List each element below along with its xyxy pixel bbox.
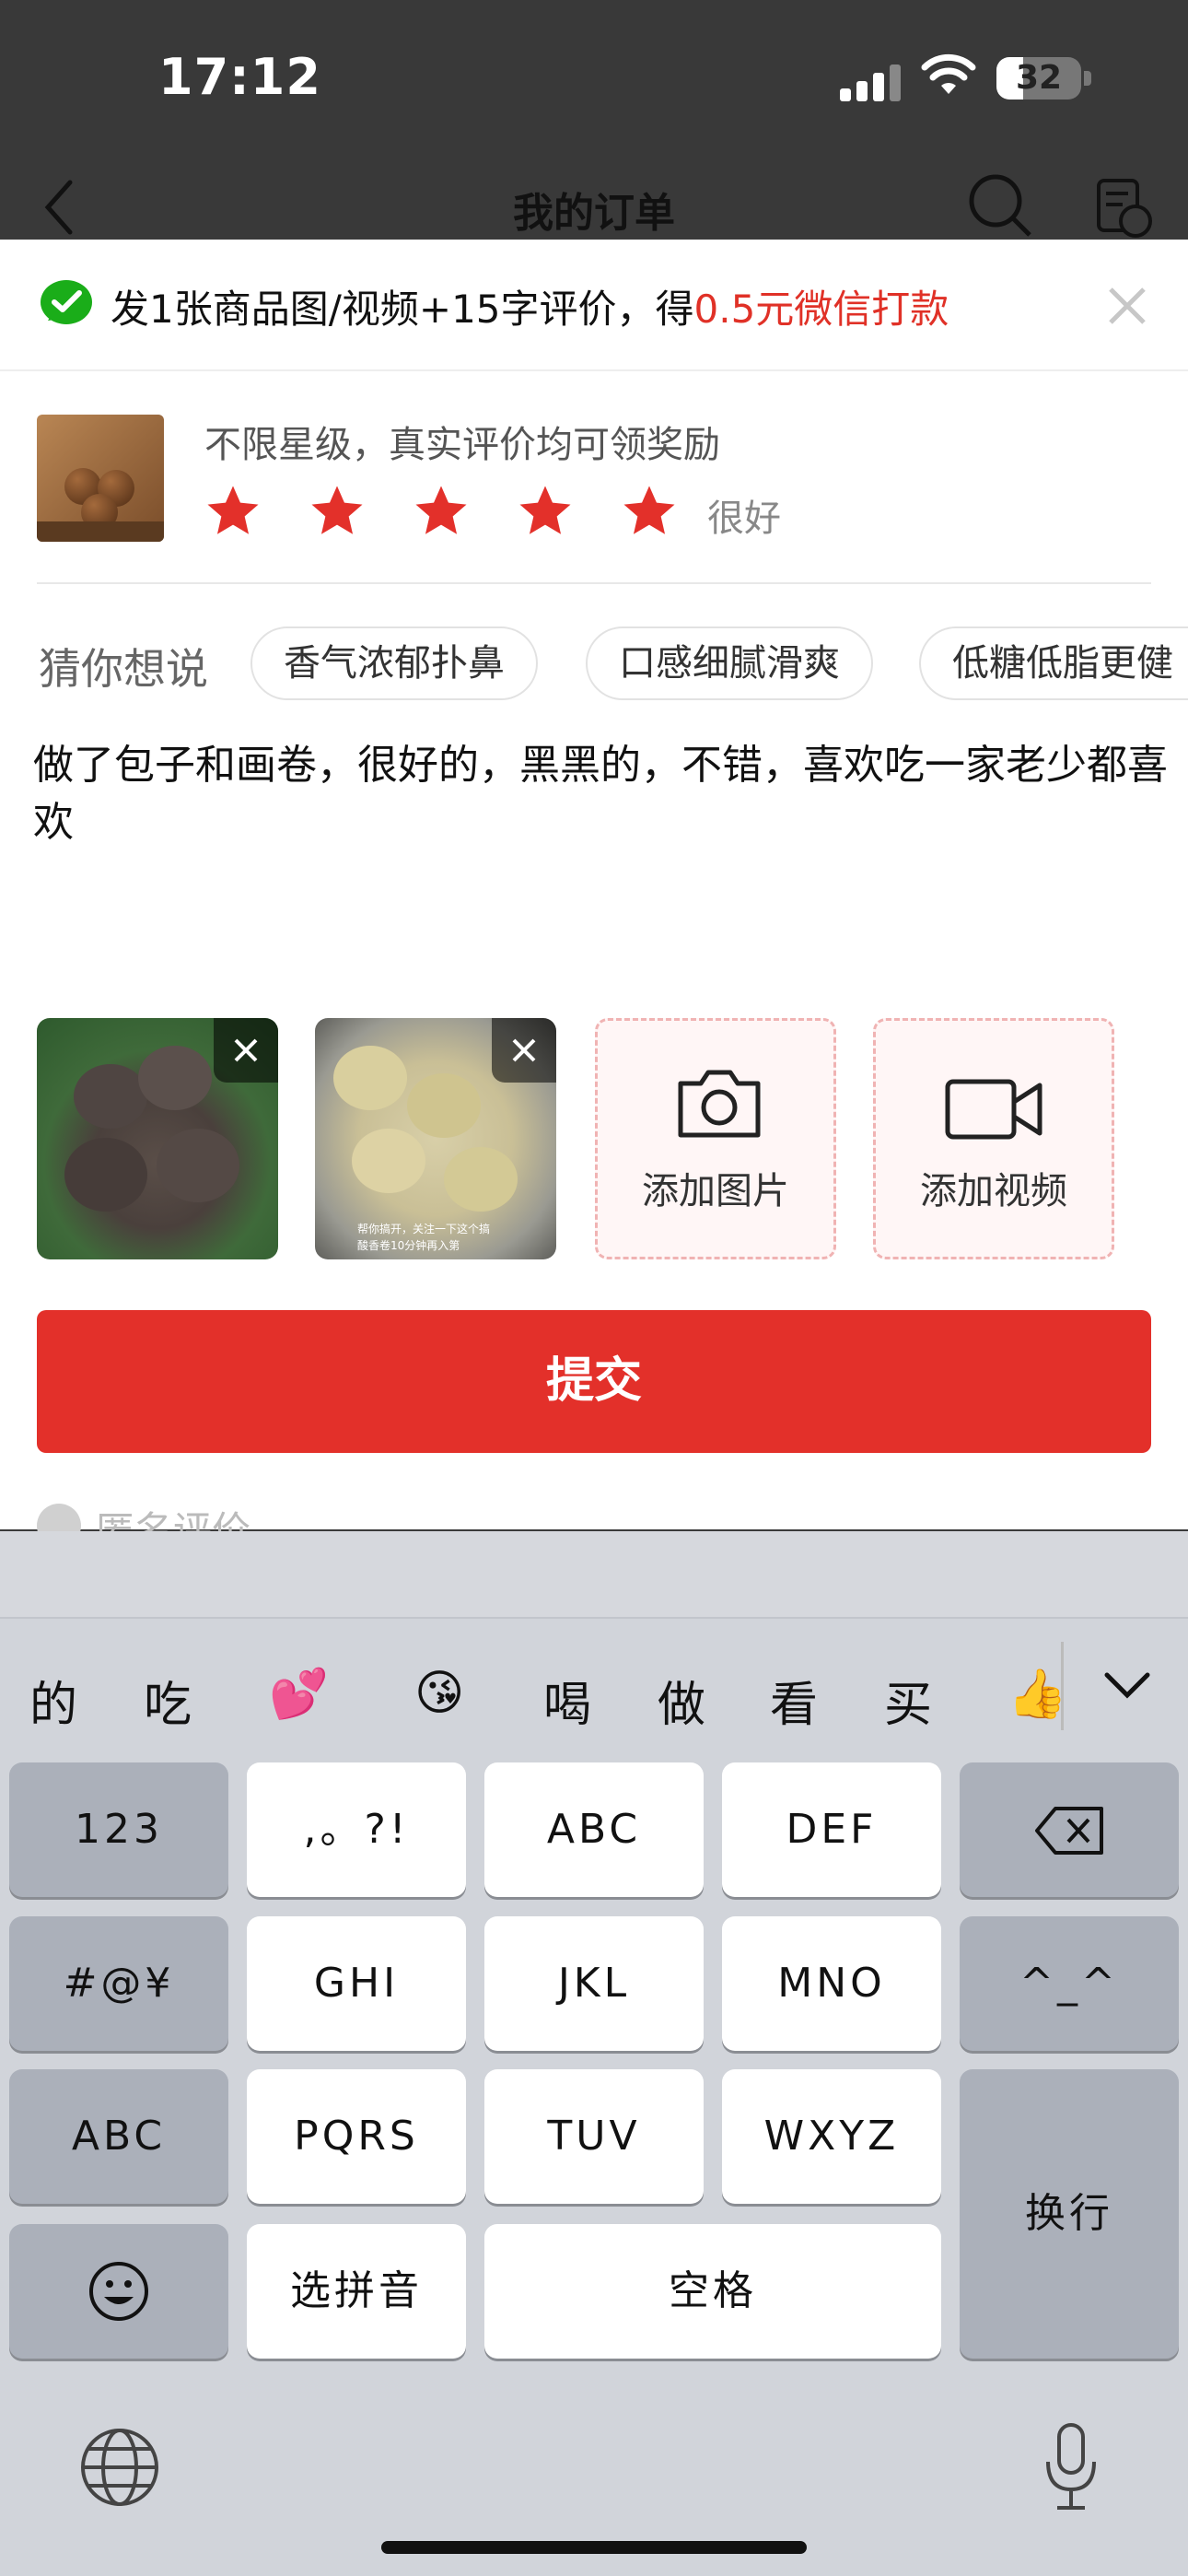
invoice-icon[interactable] — [1091, 175, 1156, 240]
rating-label: 很好 — [707, 498, 781, 540]
candidate-word[interactable]: 😘 — [414, 1666, 464, 1721]
uploaded-photo[interactable] — [37, 1018, 278, 1259]
candidate-word[interactable]: 👍 — [1007, 1666, 1063, 1722]
video-camera-icon — [945, 1079, 1042, 1140]
candidate-word[interactable]: 💕 — [269, 1666, 329, 1722]
suggestion-label: 猜你想说 — [39, 644, 208, 694]
camera-icon — [678, 1070, 761, 1138]
key-jkl[interactable]: JKL — [484, 1916, 704, 2051]
chevron-down-icon[interactable] — [1101, 1668, 1153, 1704]
suggestion-chip[interactable]: 口感细腻滑爽 — [586, 626, 873, 700]
banner-text: 发1张商品图/视频+15字评价，得0.5元微信打款 — [111, 287, 949, 332]
battery-tip — [1084, 71, 1091, 86]
reward-hint: 不限星级，真实评价均可领奖励 — [204, 424, 720, 466]
signal-icon — [840, 64, 904, 101]
keyboard-toolbar — [0, 1531, 1188, 1619]
add-video-label: 添加视频 — [920, 1170, 1067, 1212]
photo-caption: 帮你搞开，关注一下这个搞酸香卷10分钟再入第 — [357, 1223, 491, 1252]
candidate-word[interactable]: 的 — [29, 1666, 77, 1735]
wifi-icon — [921, 53, 976, 94]
candidate-word[interactable]: 看 — [770, 1666, 818, 1735]
key-mno[interactable]: MNO — [722, 1916, 941, 2051]
uploaded-photo[interactable]: 帮你搞开，关注一下这个搞酸香卷10分钟再入第 — [315, 1018, 556, 1259]
suggestion-chip[interactable]: 香气浓郁扑鼻 — [250, 626, 538, 700]
search-icon[interactable] — [965, 170, 1035, 240]
star-icon[interactable] — [619, 481, 680, 542]
key-kaomoji[interactable]: ^_^ — [960, 1916, 1179, 2051]
key-abc[interactable]: ABC — [484, 1762, 704, 1897]
key-wxyz[interactable]: WXYZ — [722, 2069, 941, 2204]
key-emoji[interactable] — [9, 2224, 228, 2359]
candidate-word[interactable]: 吃 — [144, 1666, 192, 1735]
key-ghi[interactable]: GHI — [247, 1916, 466, 2051]
key-tuv[interactable]: TUV — [484, 2069, 704, 2204]
key-punctuation[interactable]: ,。?! — [247, 1762, 466, 1897]
divider — [37, 582, 1151, 584]
delete-key[interactable] — [960, 1762, 1179, 1897]
key-space[interactable]: 空格 — [484, 2224, 941, 2359]
candidate-word[interactable]: 做 — [658, 1666, 705, 1735]
backspace-icon — [1035, 1807, 1103, 1855]
key-abc-switch[interactable]: ABC — [9, 2069, 228, 2204]
remove-photo-button[interactable] — [492, 1018, 556, 1083]
emoji-icon — [89, 2262, 148, 2321]
close-icon — [512, 1038, 536, 1062]
battery-icon: 32 — [996, 57, 1081, 100]
key-def[interactable]: DEF — [722, 1762, 941, 1897]
add-video-button[interactable]: 添加视频 — [873, 1018, 1114, 1259]
close-icon — [234, 1038, 258, 1062]
add-photo-button[interactable]: 添加图片 — [595, 1018, 836, 1259]
remove-photo-button[interactable] — [214, 1018, 278, 1083]
candidate-separator — [1061, 1642, 1064, 1730]
battery-level: 32 — [1015, 59, 1063, 97]
home-indicator — [381, 2541, 807, 2554]
key-pqrs[interactable]: PQRS — [247, 2069, 466, 2204]
product-thumbnail — [37, 415, 164, 542]
status-time: 17:12 — [158, 48, 321, 106]
star-icon[interactable] — [515, 481, 576, 542]
star-icon[interactable] — [411, 481, 472, 542]
star-icon[interactable] — [203, 481, 263, 542]
globe-icon[interactable] — [77, 2425, 162, 2510]
submit-button[interactable]: 提交 — [37, 1310, 1151, 1453]
microphone-icon[interactable] — [1039, 2421, 1103, 2513]
review-textarea[interactable]: 做了包子和画卷，很好的，黑黑的，不错，喜欢吃一家老少都喜欢 — [33, 737, 1175, 851]
candidate-word[interactable]: 喝 — [543, 1666, 591, 1735]
key-pinyin[interactable]: 选拼音 — [247, 2224, 466, 2359]
close-icon[interactable] — [1101, 280, 1153, 332]
banner-reward: 0.5元微信打款 — [693, 287, 949, 332]
add-photo-label: 添加图片 — [642, 1170, 789, 1212]
candidate-word[interactable]: 买 — [884, 1666, 932, 1735]
wechat-icon — [41, 280, 92, 324]
star-icon[interactable] — [307, 481, 367, 542]
key-symbols[interactable]: #@¥ — [9, 1916, 228, 2051]
key-123[interactable]: 123 — [9, 1762, 228, 1897]
key-return[interactable]: 换行 — [960, 2069, 1179, 2359]
suggestion-chip[interactable]: 低糖低脂更健 — [919, 626, 1188, 700]
